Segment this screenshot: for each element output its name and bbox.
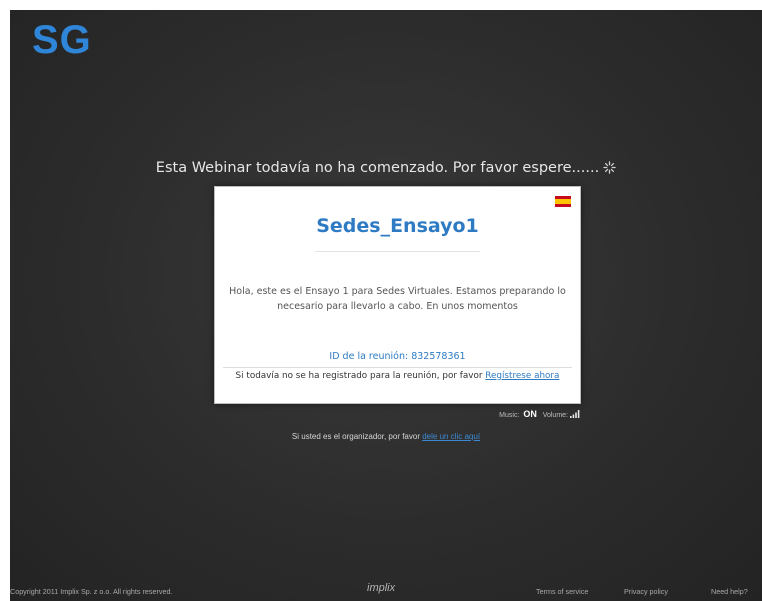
meeting-id: ID de la reunión: 832578361 [329, 351, 466, 362]
organizer-prompt: Si usted es el organizador, por favor de… [10, 432, 762, 441]
music-label: Music: [499, 412, 520, 419]
registration-prompt: Si todavía no se ha registrado para la r… [225, 370, 570, 382]
waiting-headline: Esta Webinar todavía no ha comenzado. Po… [10, 160, 762, 176]
meeting-info-card: Sedes_Ensayo1 Hola, este es el Ensayo 1 … [214, 186, 581, 404]
organizer-link[interactable]: dele un clic aquí [422, 432, 480, 441]
registration-text: Si todavía no se ha registrado para la r… [235, 371, 483, 381]
footer: Copyright 2011 Implix Sp. z o.o. All rig… [10, 582, 762, 601]
organizer-text: Si usted es el organizador, por favor [291, 432, 420, 441]
spain-flag-icon[interactable] [555, 196, 571, 207]
meeting-title: Sedes_Ensayo1 [316, 215, 479, 237]
registration-divider [223, 367, 572, 368]
meeting-description: Hola, este es el Ensayo 1 para Sedes Vir… [229, 286, 566, 312]
terms-link[interactable]: Terms of service [536, 587, 588, 596]
waiting-message: Esta Webinar todavía no ha comenzado. Po… [155, 160, 600, 176]
volume-icon[interactable] [570, 410, 580, 418]
copyright-text: Copyright 2011 Implix Sp. z o.o. All rig… [10, 587, 173, 596]
audio-controls: Music: ON Volume: [476, 409, 580, 419]
privacy-link[interactable]: Privacy policy [624, 587, 668, 596]
music-toggle[interactable]: ON [523, 409, 537, 419]
register-now-link[interactable]: Regístrese ahora [485, 371, 559, 381]
help-link[interactable]: Need help? [711, 587, 748, 596]
brand-logo: SG [32, 18, 92, 62]
title-divider [315, 251, 480, 252]
volume-label: Volume: [542, 412, 568, 419]
loading-spinner-icon [603, 161, 616, 174]
webinar-waiting-screen: SG Esta Webinar todavía no ha comenzado.… [10, 10, 762, 601]
implix-logo: implix [367, 582, 396, 594]
